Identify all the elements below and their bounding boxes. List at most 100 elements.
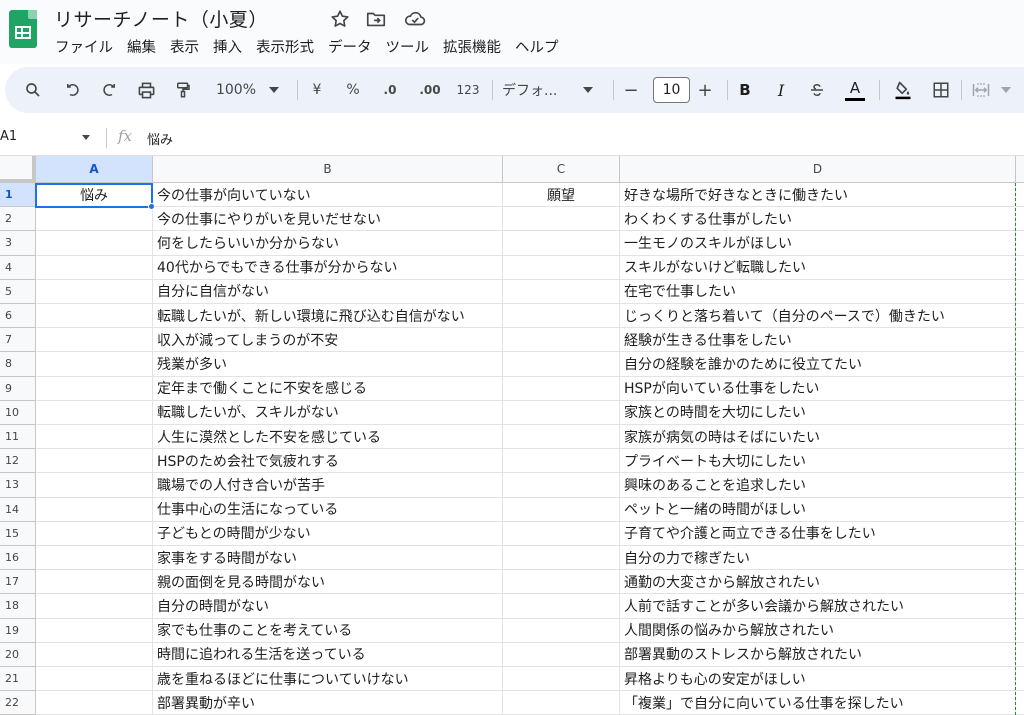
strikethrough-icon[interactable]	[804, 67, 830, 113]
row-header[interactable]: 18	[0, 594, 36, 619]
name-box-dropdown-icon[interactable]	[82, 135, 90, 140]
cell-b8[interactable]: 残業が多い	[153, 352, 503, 377]
merge-cells-icon[interactable]	[967, 67, 995, 113]
column-header-d[interactable]: D	[620, 156, 1016, 183]
cell-c6[interactable]	[503, 304, 620, 329]
cell-e5[interactable]	[1016, 280, 1024, 304]
row-header[interactable]: 12	[0, 449, 36, 474]
cell-a14[interactable]	[36, 497, 153, 522]
percent-format-button[interactable]: %	[341, 67, 365, 113]
menu-help[interactable]: ヘルプ	[508, 37, 566, 59]
row-header[interactable]: 21	[0, 667, 36, 692]
cell-d7[interactable]: 経験が生きる仕事をしたい	[620, 328, 1016, 353]
cell-c14[interactable]	[503, 497, 620, 522]
cell-b19[interactable]: 家でも仕事のことを考えている	[153, 618, 503, 643]
cell-d18[interactable]: 人前で話すことが多い会議から解放されたい	[620, 594, 1016, 619]
cell-d2[interactable]: わくわくする仕事がしたい	[620, 207, 1016, 232]
italic-button[interactable]: I	[768, 67, 794, 113]
cell-c11[interactable]	[503, 425, 620, 450]
cell-b4[interactable]: 40代からでもできる仕事が分からない	[153, 255, 503, 280]
document-title[interactable]: リサーチノート（小夏）	[54, 5, 268, 32]
bold-button[interactable]: B	[732, 67, 758, 113]
cell-c2[interactable]	[503, 207, 620, 232]
cell-b7[interactable]: 収入が減ってしまうのが不安	[153, 328, 503, 353]
column-header-b[interactable]: B	[153, 156, 503, 183]
cell-a1[interactable]: 悩み	[36, 183, 153, 208]
cell-a18[interactable]	[36, 594, 153, 619]
cell-c15[interactable]	[503, 521, 620, 546]
cell-c18[interactable]	[503, 594, 620, 619]
cell-e6[interactable]	[1016, 304, 1024, 329]
cell-e13[interactable]	[1016, 473, 1024, 498]
cell-a21[interactable]	[36, 667, 153, 692]
cell-e21[interactable]	[1016, 667, 1024, 692]
sheets-logo-icon[interactable]	[9, 10, 37, 48]
redo-icon[interactable]	[95, 67, 123, 113]
decrease-font-size-button[interactable]: −	[619, 67, 643, 113]
zoom-dropdown-icon[interactable]	[267, 67, 281, 113]
increase-font-size-button[interactable]: +	[693, 67, 717, 113]
cell-b20[interactable]: 時間に追われる生活を送っている	[153, 642, 503, 667]
cell-a10[interactable]	[36, 400, 153, 425]
cell-c4[interactable]	[503, 255, 620, 280]
menu-view[interactable]: 表示	[163, 37, 206, 59]
cell-e16[interactable]	[1016, 546, 1024, 571]
cell-b3[interactable]: 何をしたらいいか分からない	[153, 231, 503, 256]
menu-format[interactable]: 表示形式	[249, 37, 321, 59]
cell-a15[interactable]	[36, 521, 153, 546]
cell-c7[interactable]	[503, 328, 620, 353]
cell-a17[interactable]	[36, 570, 153, 595]
name-box[interactable]: A1	[0, 129, 17, 144]
cell-d16[interactable]: 自分の力で稼ぎたい	[620, 546, 1016, 571]
cell-d4[interactable]: スキルがないけど転職したい	[620, 255, 1016, 280]
row-header[interactable]: 2	[0, 207, 36, 232]
cell-d6[interactable]: じっくりと落ち着いて（自分のペースで）働きたい	[620, 304, 1016, 329]
cell-a20[interactable]	[36, 642, 153, 667]
cell-a22[interactable]	[36, 691, 153, 715]
cell-c20[interactable]	[503, 642, 620, 667]
menu-data[interactable]: データ	[321, 37, 379, 59]
number-format-button[interactable]: 123	[452, 67, 484, 113]
merge-dropdown-icon[interactable]	[999, 67, 1013, 113]
cell-b2[interactable]: 今の仕事にやりがいを見いだせない	[153, 207, 503, 232]
cell-c17[interactable]	[503, 570, 620, 595]
column-header-c[interactable]: C	[503, 156, 620, 183]
print-icon[interactable]	[132, 67, 160, 113]
cell-d21[interactable]: 昇格よりも心の安定がほしい	[620, 667, 1016, 692]
row-header[interactable]: 15	[0, 521, 36, 546]
cell-e10[interactable]	[1016, 401, 1024, 425]
cell-e2[interactable]	[1016, 207, 1024, 232]
cell-a8[interactable]	[36, 352, 153, 377]
cell-b15[interactable]: 子どもとの時間が少ない	[153, 521, 503, 546]
row-header[interactable]: 3	[0, 231, 36, 256]
cell-e22[interactable]	[1016, 691, 1024, 715]
cell-d17[interactable]: 通勤の大変さから解放されたい	[620, 570, 1016, 595]
cell-b1[interactable]: 今の仕事が向いていない	[153, 183, 503, 208]
cell-a7[interactable]	[36, 328, 153, 353]
row-header[interactable]: 7	[0, 328, 36, 353]
cell-c19[interactable]	[503, 618, 620, 643]
cell-d5[interactable]: 在宅で仕事したい	[620, 279, 1016, 304]
cell-a13[interactable]	[36, 473, 153, 498]
cell-d14[interactable]: ペットと一緒の時間がほしい	[620, 497, 1016, 522]
cell-e12[interactable]	[1016, 449, 1024, 474]
cell-a16[interactable]	[36, 546, 153, 571]
cell-c21[interactable]	[503, 667, 620, 692]
cell-b16[interactable]: 家事をする時間がない	[153, 546, 503, 571]
cell-e4[interactable]	[1016, 256, 1024, 280]
row-header[interactable]: 11	[0, 425, 36, 450]
row-header[interactable]: 20	[0, 642, 36, 667]
cell-e11[interactable]	[1016, 425, 1024, 450]
cell-e3[interactable]	[1016, 231, 1024, 256]
cell-e14[interactable]	[1016, 498, 1024, 522]
cell-b10[interactable]: 転職したいが、スキルがない	[153, 400, 503, 425]
cell-e18[interactable]	[1016, 594, 1024, 619]
menu-file[interactable]: ファイル	[48, 37, 120, 59]
cell-d3[interactable]: 一生モノのスキルがほしい	[620, 231, 1016, 256]
cell-c22[interactable]	[503, 691, 620, 715]
cell-a5[interactable]	[36, 279, 153, 304]
row-header[interactable]: 10	[0, 400, 36, 425]
cell-b9[interactable]: 定年まで働くことに不安を感じる	[153, 376, 503, 401]
row-header[interactable]: 13	[0, 473, 36, 498]
cell-c9[interactable]	[503, 376, 620, 401]
